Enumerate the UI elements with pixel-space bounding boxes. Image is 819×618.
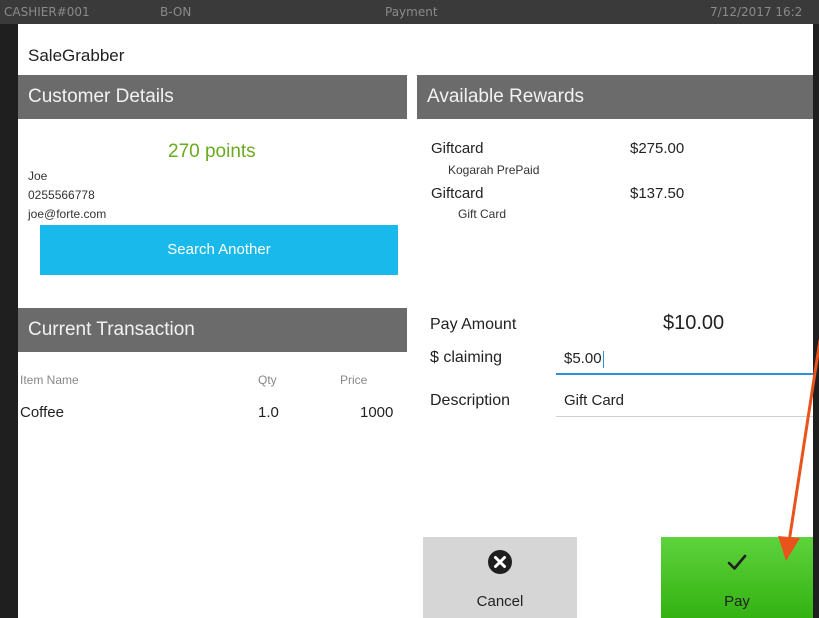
text-caret [602, 350, 604, 368]
column-item-name: Item Name [20, 373, 79, 387]
pay-amount-label: Pay Amount [430, 316, 517, 333]
close-circle-icon [487, 549, 513, 575]
reward-value: $137.50 [630, 185, 685, 202]
reward-sub: Kogarah PrePaid [448, 163, 540, 177]
screen-name: Payment [385, 5, 438, 19]
search-another-button[interactable]: Search Another [40, 225, 398, 275]
claiming-label: $ claiming [430, 349, 503, 366]
claiming-input[interactable]: $5.00 [556, 345, 813, 375]
customer-phone: 0255566778 [28, 188, 95, 202]
description-input[interactable]: Gift Card [556, 387, 813, 417]
background-left [0, 24, 18, 618]
cashier-id: CASHIER#001 [4, 5, 90, 19]
reward-name: Giftcard [431, 185, 484, 202]
customer-details-header: Customer Details [18, 75, 407, 119]
available-rewards-header: Available Rewards [417, 75, 813, 119]
cancel-label: Cancel [476, 593, 524, 610]
customer-points: 270 points [168, 141, 256, 162]
pay-amount-value: $10.00 [663, 312, 725, 334]
checkmark-icon [724, 549, 750, 575]
description-value: Gift Card [564, 392, 625, 409]
reward-value: $275.00 [630, 140, 685, 157]
pay-button[interactable]: Pay [661, 537, 813, 618]
dialog-title: SaleGrabber [28, 46, 125, 65]
claiming-value: $5.00 [564, 350, 602, 367]
pay-label: Pay [724, 593, 750, 610]
current-transaction-header: Current Transaction [18, 308, 407, 352]
row-qty: 1.0 [258, 404, 279, 421]
app-status-bar: CASHIER#001 B-ON Payment 7/12/2017 16:2 [0, 0, 819, 24]
datetime: 7/12/2017 16:2 [710, 5, 803, 19]
background-right [813, 24, 819, 618]
cancel-button[interactable]: Cancel [423, 537, 577, 618]
row-price: 1000 [360, 404, 394, 421]
status-text: B-ON [160, 5, 192, 19]
salegrabber-dialog: SaleGrabber Customer Details 270 points … [18, 24, 813, 618]
reward-name: Giftcard [431, 140, 484, 157]
customer-name: Joe [28, 169, 48, 183]
description-label: Description [430, 392, 511, 409]
customer-email: joe@forte.com [28, 207, 107, 221]
row-item-name: Coffee [20, 404, 64, 421]
column-qty: Qty [258, 373, 277, 387]
reward-sub: Gift Card [458, 207, 507, 221]
column-price: Price [340, 373, 368, 387]
